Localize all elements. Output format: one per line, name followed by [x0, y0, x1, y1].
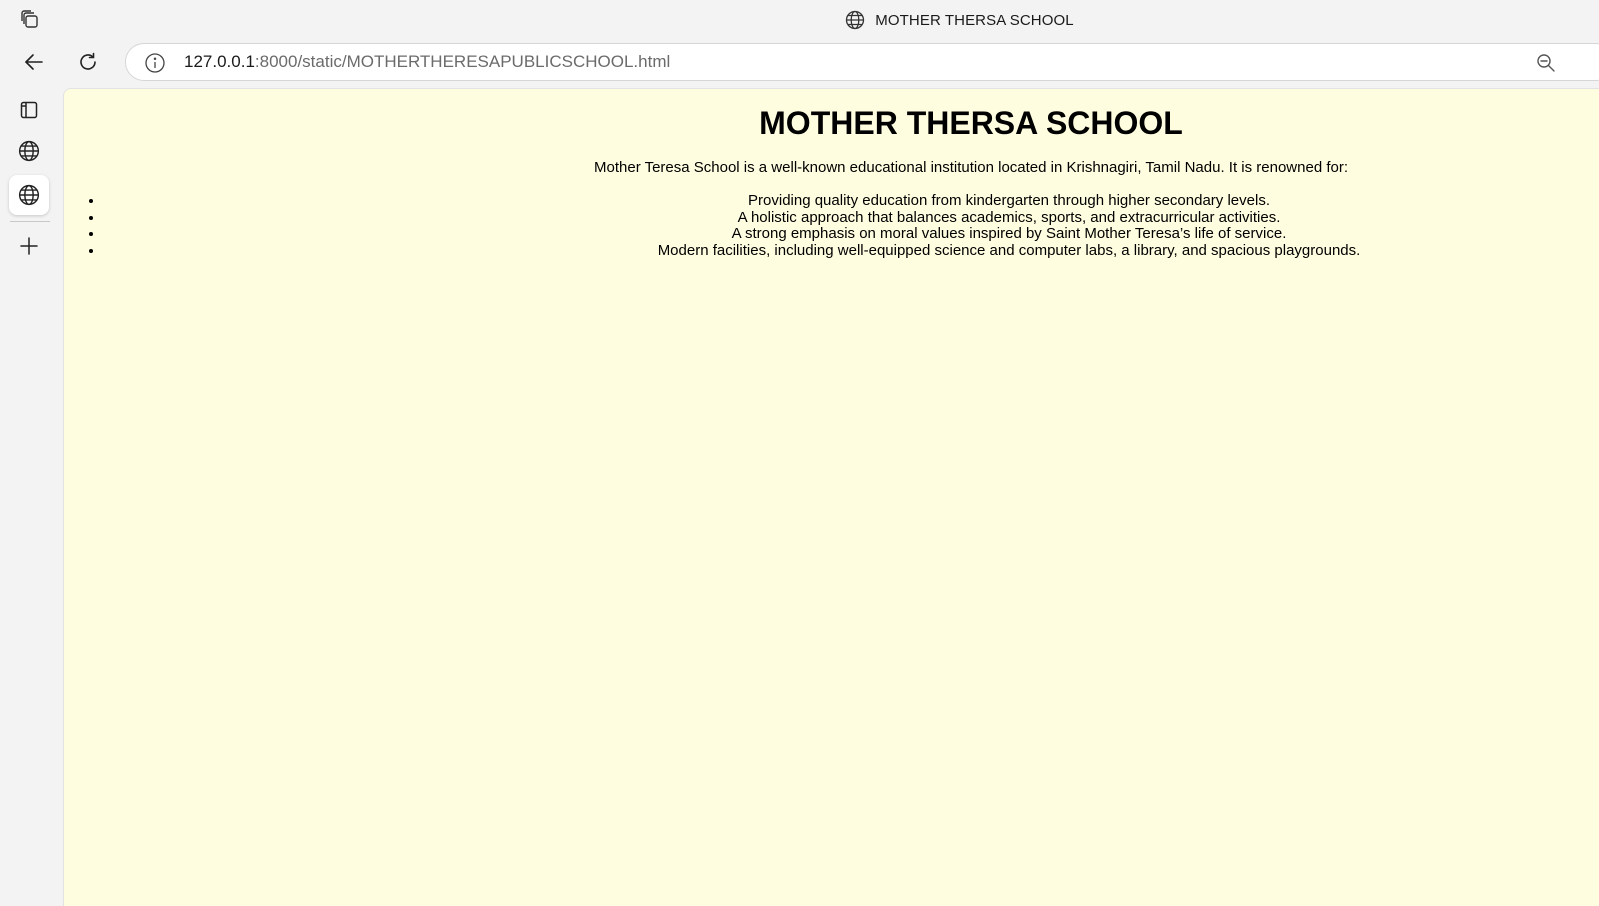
title-bar: MOTHER THERSA SCHOOL: [0, 0, 1599, 40]
page-viewport: MOTHER THERSA SCHOOL Mother Teresa Schoo…: [63, 88, 1599, 906]
tab-actions-icon[interactable]: [18, 8, 42, 32]
url-path: :8000/static/MOTHERTHERESAPUBLICSCHOOL.h…: [254, 52, 671, 71]
list-item: Providing quality education from kinderg…: [104, 192, 1599, 210]
active-tab[interactable]: MOTHER THERSA SCHOOL: [845, 10, 1074, 30]
features-list: Providing quality education from kinderg…: [64, 192, 1599, 260]
url-text[interactable]: 127.0.0.1:8000/static/MOTHERTHERESAPUBLI…: [184, 44, 670, 80]
vertical-tabs-sidebar: [0, 86, 62, 906]
plus-icon: [19, 236, 39, 256]
back-button[interactable]: [16, 44, 52, 80]
back-arrow-icon: [23, 51, 45, 73]
info-icon[interactable]: [144, 52, 166, 74]
list-item: Modern facilities, including well-equipp…: [104, 242, 1599, 260]
sidebar-divider: [10, 221, 50, 222]
new-tab-button[interactable]: [9, 226, 49, 266]
sidebar-tab-active[interactable]: [9, 175, 49, 215]
address-bar[interactable]: 127.0.0.1:8000/static/MOTHERTHERESAPUBLI…: [125, 43, 1599, 81]
globe-icon: [845, 10, 865, 30]
url-host: 127.0.0.1: [184, 52, 255, 71]
navigation-bar: 127.0.0.1:8000/static/MOTHERTHERESAPUBLI…: [0, 40, 1599, 86]
page-title: MOTHER THERSA SCHOOL: [759, 105, 1183, 141]
reload-button[interactable]: [70, 44, 106, 80]
list-item: A holistic approach that balances academ…: [104, 209, 1599, 227]
reload-icon: [77, 51, 99, 73]
tab-title: MOTHER THERSA SCHOOL: [875, 11, 1074, 29]
globe-icon: [18, 140, 40, 162]
globe-icon: [18, 184, 40, 206]
list-item: A strong emphasis on moral values inspir…: [104, 226, 1599, 243]
zoom-out-icon[interactable]: [1535, 52, 1557, 74]
tabs-icon[interactable]: [9, 90, 49, 130]
intro-paragraph: Mother Teresa School is a well-known edu…: [594, 159, 1348, 176]
sidebar-tab-globe[interactable]: [9, 131, 49, 171]
